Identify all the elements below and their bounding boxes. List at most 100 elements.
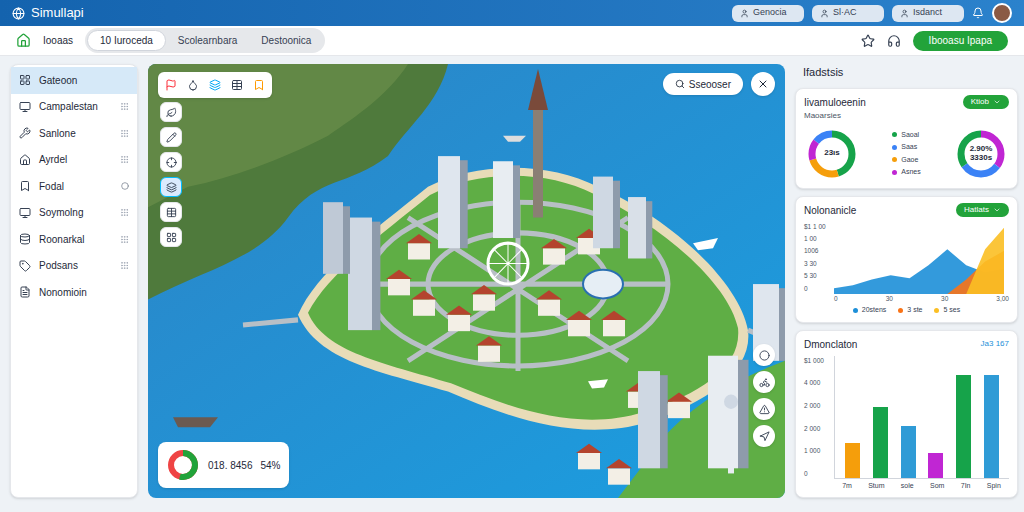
map-right-tool-icon xyxy=(759,350,770,361)
sidebar-item-icon xyxy=(19,74,31,86)
y-tick: $1 000 xyxy=(804,356,830,366)
sidebar-item[interactable]: Gateoon xyxy=(11,67,137,94)
avatar[interactable] xyxy=(992,3,1012,23)
drag-handle-icon[interactable] xyxy=(120,102,129,111)
donut-card: IivamuloeeninKtiobMaoarsies23ısSaoalSaas… xyxy=(795,88,1018,189)
home-icon[interactable] xyxy=(16,33,31,48)
bell-icon[interactable] xyxy=(972,7,984,19)
drag-handle-icon[interactable] xyxy=(120,208,129,217)
toolbar-tab[interactable]: 10 Iuroceda xyxy=(87,30,166,51)
sidebar-item[interactable]: Campalestan xyxy=(11,94,137,121)
drag-handle-icon[interactable] xyxy=(120,155,129,164)
map-side-tool-icon xyxy=(166,182,177,193)
map-tool-button[interactable] xyxy=(162,76,180,94)
x-tick: 30 xyxy=(886,294,893,304)
map-tool-button[interactable] xyxy=(250,76,268,94)
sidebar: GateoonCampalestanSanloneAyrdelFodalSoym… xyxy=(10,64,138,498)
sidebar-item[interactable]: Nonomioin xyxy=(11,279,137,306)
legend-item: 20stens xyxy=(853,305,887,316)
toggle-circle-icon[interactable] xyxy=(121,182,129,190)
drag-handle-icon[interactable] xyxy=(120,129,129,138)
map-close-button[interactable] xyxy=(751,72,775,96)
toolbar-tab[interactable]: Destoonica xyxy=(249,31,323,50)
bar[interactable] xyxy=(901,426,916,477)
map-tool-icon xyxy=(253,79,265,91)
y-axis: $1 0004 0002 0002 0001 0000 xyxy=(804,356,830,479)
map-side-tool[interactable] xyxy=(160,227,182,247)
x-tick: Stum xyxy=(868,481,884,492)
map-tool-icon xyxy=(165,79,177,91)
map-side-tool[interactable] xyxy=(160,102,182,122)
map-right-tool[interactable] xyxy=(753,398,775,420)
map-canvas[interactable] xyxy=(148,64,785,498)
header-pill[interactable]: Genocia xyxy=(732,5,804,22)
sidebar-item-icon xyxy=(19,286,31,298)
map-right-tool[interactable] xyxy=(753,425,775,447)
gauge-value: 018. 8456 xyxy=(208,458,253,473)
donut-center-text: 23ıs xyxy=(824,149,840,157)
drag-handle-icon[interactable] xyxy=(120,235,129,244)
map-tool-button[interactable] xyxy=(228,76,246,94)
pill-icon xyxy=(900,9,909,18)
close-icon xyxy=(757,78,769,90)
y-tick: 5 30 xyxy=(804,271,830,281)
donut-center-text: 2.90% xyxy=(970,145,993,153)
chevron-icon xyxy=(993,206,1001,214)
sidebar-item[interactable]: Soymolng xyxy=(11,200,137,227)
donut-chart: 23ıs xyxy=(804,126,860,182)
card-badge[interactable]: Hatlats xyxy=(956,203,1009,217)
x-tick: 30 xyxy=(941,294,948,304)
header-pill[interactable]: Sl·AC xyxy=(812,5,884,22)
card-title: Dmonclaton xyxy=(804,337,857,352)
drag-handle-icon[interactable] xyxy=(120,261,129,270)
x-axis: 030303,00 xyxy=(804,294,1009,304)
toolbar-tab[interactable]: Scolearnbara xyxy=(166,31,249,50)
map-side-tool[interactable] xyxy=(160,127,182,147)
bar[interactable] xyxy=(873,407,888,478)
sidebar-item[interactable]: Ayrdel xyxy=(11,147,137,174)
y-tick: 1 000 xyxy=(804,446,830,456)
bar[interactable] xyxy=(928,453,943,477)
map-tool-button[interactable] xyxy=(184,76,202,94)
card-badge[interactable]: Ktiob xyxy=(963,95,1009,109)
x-tick: Som xyxy=(930,481,944,492)
search-icon xyxy=(675,79,685,89)
x-tick: 3,00 xyxy=(996,294,1009,304)
action-button[interactable]: Ibooasu Ipapa xyxy=(913,31,1008,51)
area-series xyxy=(834,227,1004,293)
sidebar-item[interactable]: Fodal xyxy=(11,173,137,200)
title-bar: Simullapi Genocia Sl·AC Isdanct xyxy=(0,0,1024,26)
sidebar-item-icon xyxy=(19,207,31,219)
globe-icon xyxy=(12,7,25,20)
map-search-button[interactable]: Sseooser xyxy=(663,73,743,95)
sidebar-item[interactable]: Sanlone xyxy=(11,120,137,147)
bar[interactable] xyxy=(984,375,999,477)
map-right-tool[interactable] xyxy=(753,371,775,393)
star-icon[interactable] xyxy=(861,34,875,48)
sidebar-item-icon xyxy=(19,233,31,245)
map-side-tool[interactable] xyxy=(160,152,182,172)
legend-item: Asnes xyxy=(892,167,920,178)
sidebar-item[interactable]: Podsans xyxy=(11,253,137,280)
headset-icon[interactable] xyxy=(887,34,901,48)
card-title: Nolonanicle xyxy=(804,203,856,218)
map-tool-icon xyxy=(209,79,221,91)
app-logo[interactable]: Simullapi xyxy=(12,3,84,23)
y-tick: 2 000 xyxy=(804,401,830,411)
sidebar-item-icon xyxy=(19,127,31,139)
map-tool-button[interactable] xyxy=(206,76,224,94)
x-tick: Spin xyxy=(987,481,1001,492)
map-right-tool[interactable] xyxy=(753,344,775,366)
header-pill[interactable]: Isdanct xyxy=(892,5,964,22)
bar[interactable] xyxy=(845,443,860,477)
map-view[interactable]: Sseooser018. 845654% xyxy=(148,64,785,498)
donut-center-text: 3330s xyxy=(970,154,992,162)
map-side-tool[interactable] xyxy=(160,177,182,197)
bar[interactable] xyxy=(956,375,971,477)
home-label[interactable]: Iooaas xyxy=(43,33,73,48)
map-right-tool-icon xyxy=(759,431,770,442)
map-top-toolbar xyxy=(158,72,272,98)
sidebar-item[interactable]: Roonarkal xyxy=(11,226,137,253)
map-side-tool[interactable] xyxy=(160,202,182,222)
bar-chart-card: DmonclatonJa3 167$1 0004 0002 0002 0001 … xyxy=(795,330,1018,498)
